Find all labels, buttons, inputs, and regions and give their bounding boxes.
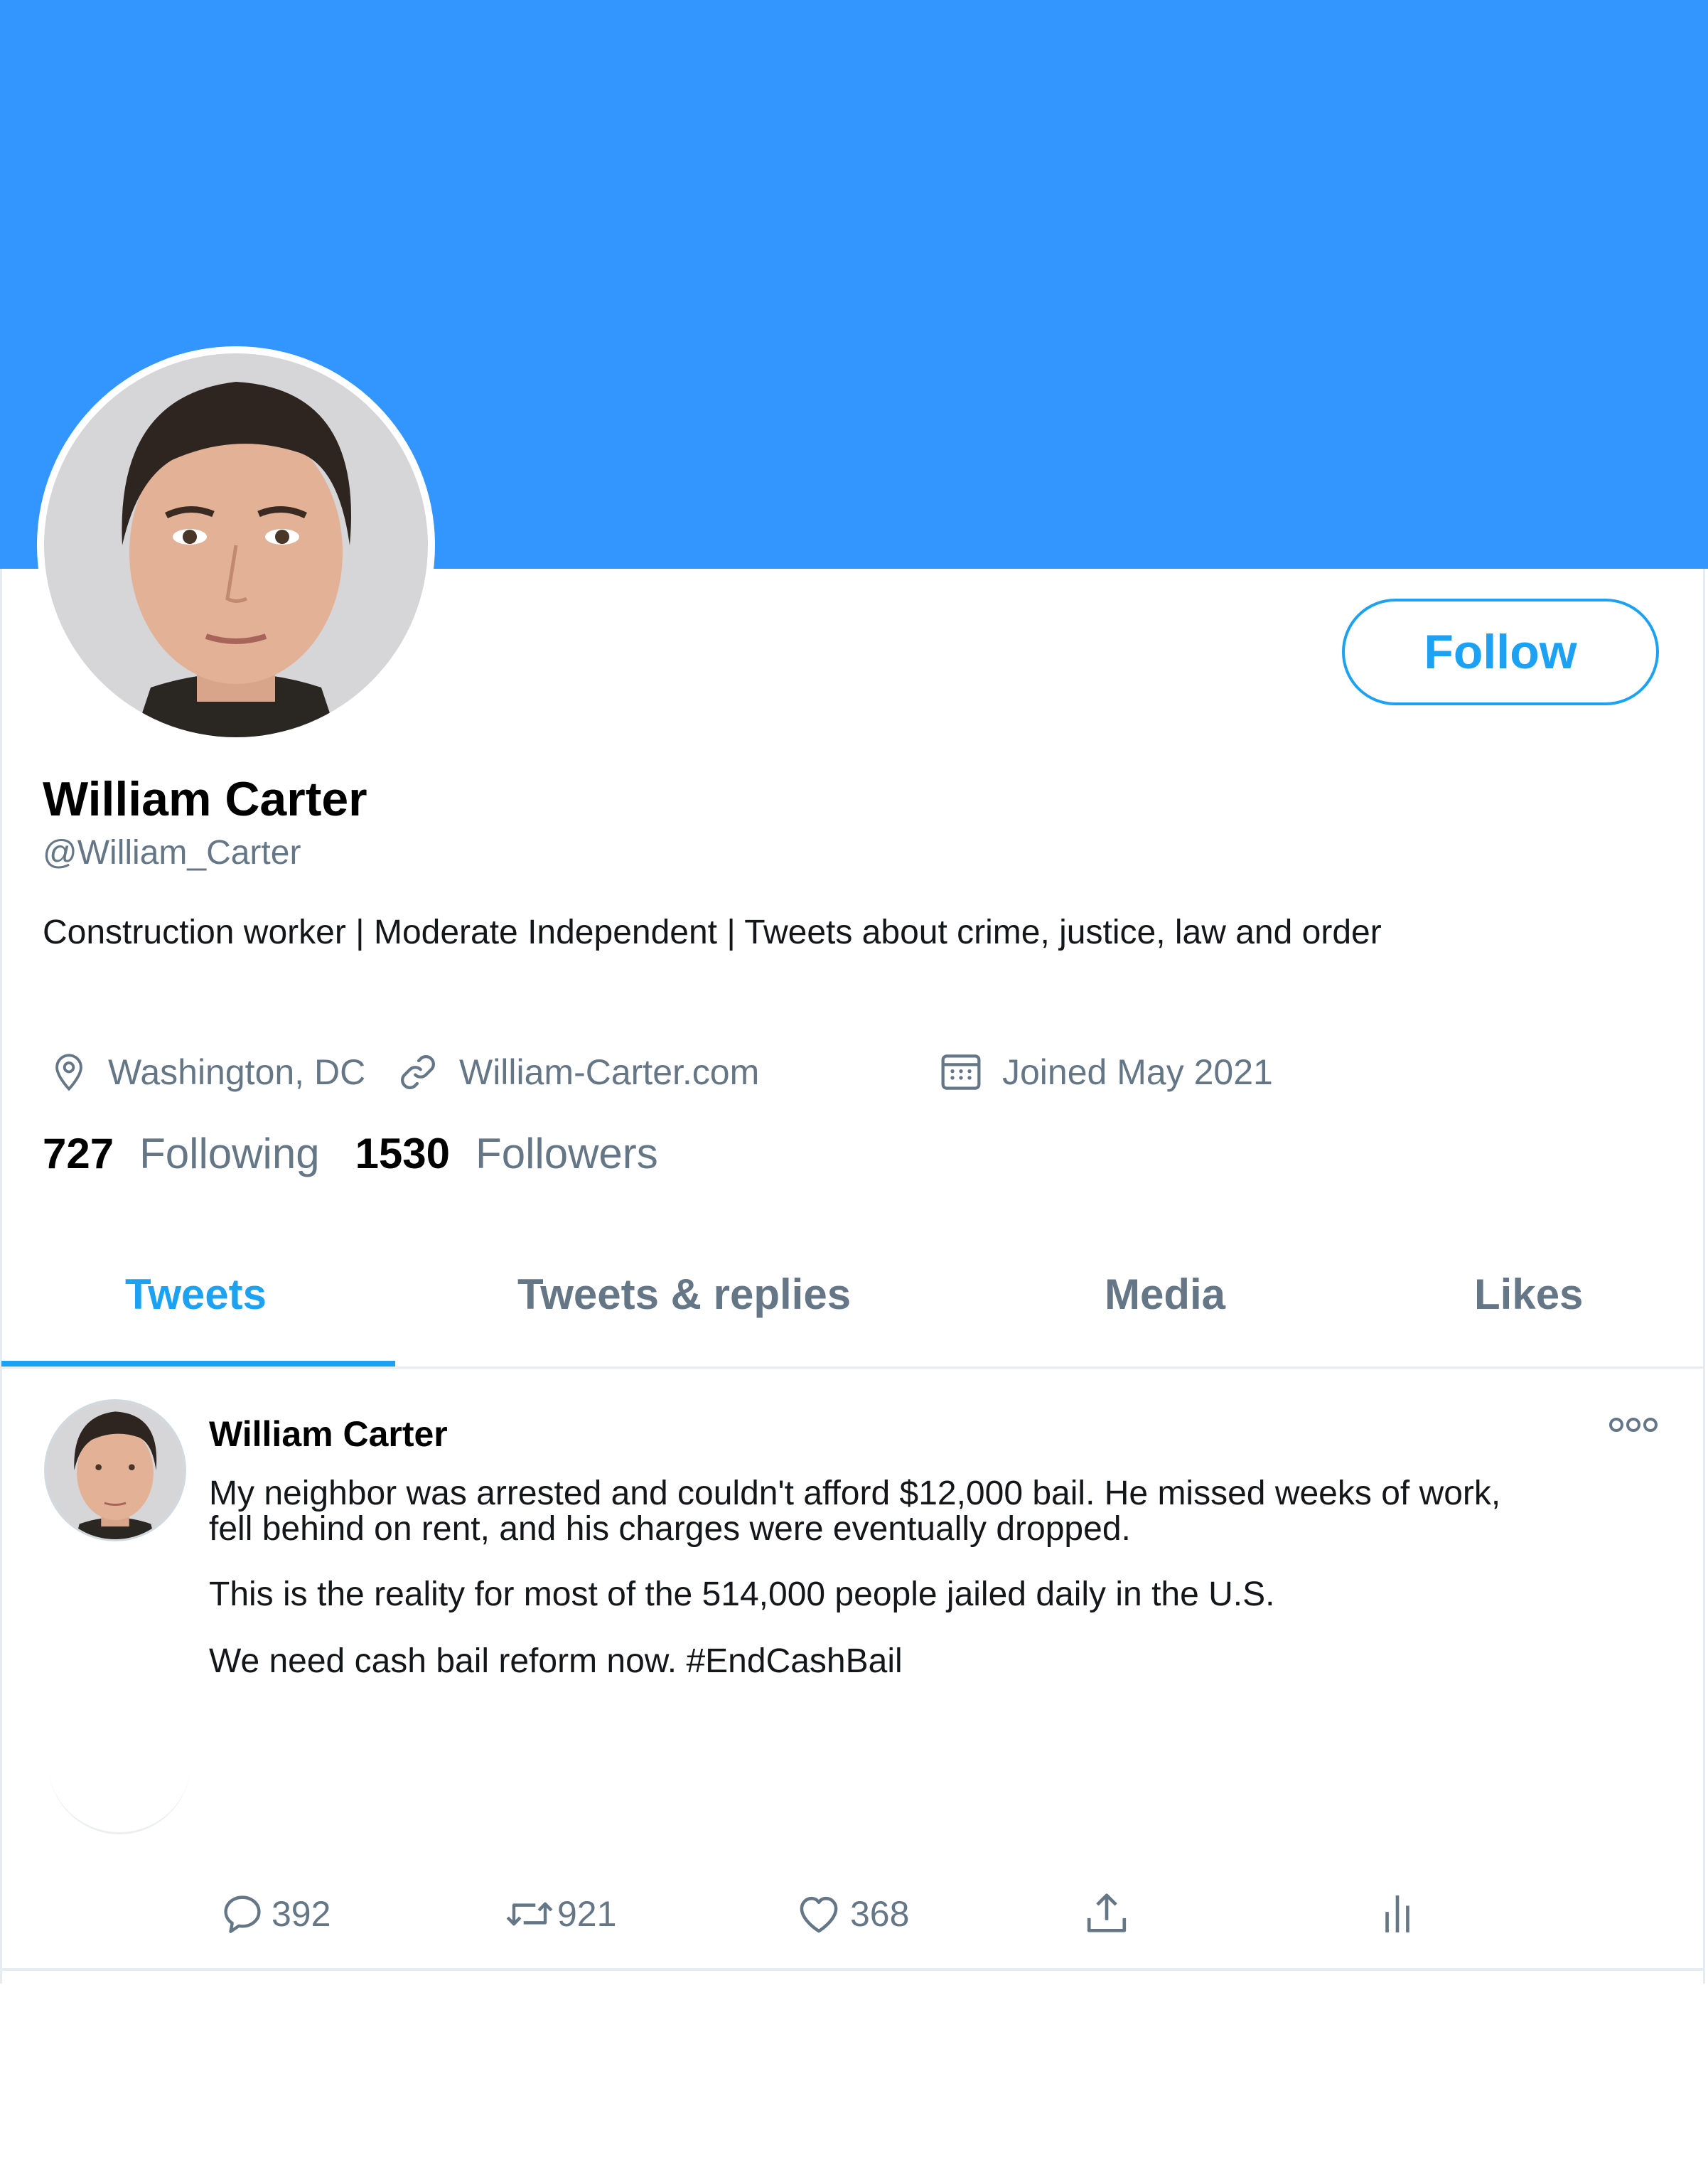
joined-text: Joined May 2021 [1002,1052,1273,1092]
tab-likes[interactable]: Likes [1474,1266,1583,1322]
more-options-icon[interactable] [1608,1416,1659,1433]
calendar-icon [941,1054,981,1090]
profile-joined: Joined May 2021 [938,1044,1273,1101]
followers-label[interactable]: Followers [476,1129,658,1178]
retweet-icon [506,1902,553,1926]
share-action[interactable] [1082,1886,1132,1942]
profile-location: Washington, DC [48,1044,365,1101]
avatar-photo-small [46,1401,184,1539]
retweet-action[interactable]: 921 [502,1886,616,1942]
profile-handle: @William_Carter [43,834,301,872]
location-text: Washington, DC [108,1052,366,1092]
faded-avatar-outline [48,1692,190,1834]
tweet-text-line-3: This is the reality for most of the 514,… [209,1576,1275,1613]
reply-count: 392 [272,1894,331,1934]
active-tab-indicator [1,1361,395,1366]
tab-tweets[interactable]: Tweets [125,1266,267,1322]
tweet-text-line-1: My neighbor was arrested and couldn't af… [209,1475,1501,1512]
share-icon [1087,1893,1127,1932]
reply-action[interactable]: 392 [219,1886,331,1942]
website-link[interactable]: William-Carter.com [459,1052,759,1093]
analytics-icon [1385,1895,1409,1932]
profile-website[interactable]: William-Carter.com [395,1044,759,1101]
profile-avatar[interactable] [37,346,435,744]
following-label[interactable]: Following [139,1129,319,1178]
link-icon [401,1055,435,1089]
reply-icon [224,1895,261,1933]
tabs-divider [0,1366,1705,1369]
map-pin-icon [55,1054,82,1091]
tweet-avatar[interactable] [44,1399,186,1541]
profile-bio: Construction worker | Moderate Independe… [43,914,1382,951]
analytics-action[interactable] [1379,1886,1416,1942]
heart-icon [800,1896,838,1933]
retweet-count: 921 [557,1894,617,1934]
tweet-text-line-2: fell behind on rent, and his charges wer… [209,1510,1131,1548]
profile-stats: 727 Following 1530 Followers [43,1125,658,1182]
following-count[interactable]: 727 [43,1129,114,1178]
card-right-border [1703,569,1705,1984]
profile-name: William Carter [43,772,367,826]
tweet-bottom-divider [0,1968,1705,1971]
followers-count[interactable]: 1530 [355,1129,450,1178]
tab-media[interactable]: Media [1105,1266,1225,1322]
like-count: 368 [850,1894,910,1934]
card-left-border [0,569,2,1984]
avatar-photo [44,353,428,737]
tweet-text-line-4: We need cash bail reform now. #EndCashBa… [209,1642,903,1680]
tab-tweets-replies[interactable]: Tweets & replies [517,1266,851,1322]
tweet-author-name[interactable]: William Carter [209,1413,448,1455]
like-action[interactable]: 368 [795,1886,909,1942]
follow-button[interactable]: Follow [1342,599,1659,705]
